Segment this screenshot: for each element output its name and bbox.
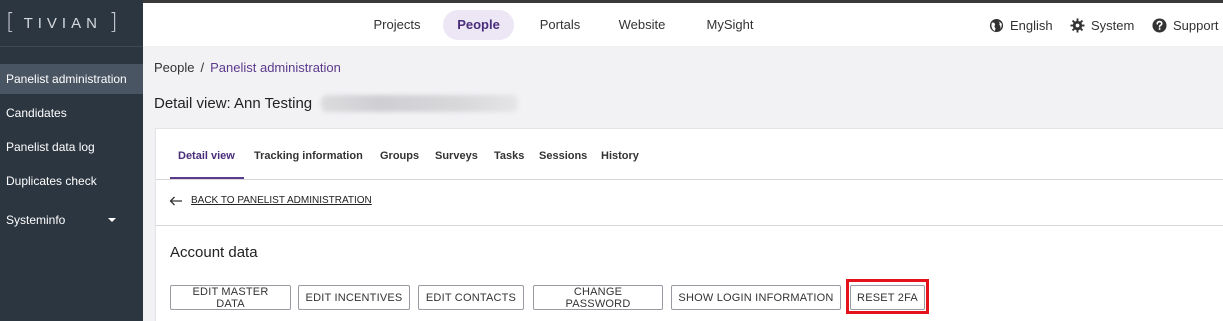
- sidebar-item-systeminfo[interactable]: Systeminfo: [0, 205, 143, 235]
- caret-down-icon: [108, 218, 116, 222]
- tab-detail-view[interactable]: Detail view: [178, 150, 235, 162]
- active-tab-indicator: [170, 177, 244, 179]
- sidebar-item-label: Duplicates check: [6, 174, 97, 188]
- nav-mysight[interactable]: MySight: [699, 10, 761, 40]
- language-label: English: [1010, 17, 1053, 33]
- redacted-email: [321, 95, 518, 112]
- edit-incentives-button[interactable]: EDIT INCENTIVES: [298, 285, 410, 310]
- globe-icon: [989, 18, 1004, 32]
- system-label: System: [1091, 17, 1135, 33]
- sidebar-item-label: Candidates: [6, 106, 67, 120]
- back-to-panelist-administration-link[interactable]: BACK TO PANELIST ADMINISTRATION: [169, 195, 372, 206]
- nav-website[interactable]: Website: [611, 10, 673, 40]
- arrow-left-icon: [169, 196, 182, 205]
- sidebar-item-duplicates-check[interactable]: Duplicates check: [0, 166, 143, 196]
- edit-master-data-button[interactable]: EDIT MASTER DATA: [170, 285, 291, 310]
- sidebar-item-panelist-administration[interactable]: Panelist administration: [0, 64, 143, 94]
- sidebar-item-candidates[interactable]: Candidates: [0, 98, 143, 128]
- logo-bracket-left: [: [6, 10, 15, 35]
- breadcrumb-current[interactable]: Panelist administration: [210, 60, 341, 75]
- tab-groups[interactable]: Groups: [380, 150, 419, 162]
- breadcrumb-root[interactable]: People: [154, 60, 194, 75]
- section-title-account-data: Account data: [170, 244, 258, 261]
- change-password-button[interactable]: CHANGE PASSWORD: [533, 285, 663, 310]
- breadcrumb: People / Panelist administration: [154, 60, 341, 75]
- nav-projects[interactable]: Projects: [367, 10, 427, 40]
- sidebar-item-label: Panelist administration: [6, 72, 127, 86]
- nav-portals[interactable]: Portals: [532, 10, 588, 40]
- top-navigation: Projects People Portals Website MySight …: [143, 0, 1223, 46]
- logo-bracket-right: ]: [108, 10, 118, 35]
- help-icon: [1152, 17, 1167, 33]
- support-menu[interactable]: Support: [1152, 16, 1219, 34]
- detail-card: Detail view Tracking information Groups …: [155, 128, 1223, 321]
- back-link-label: BACK TO PANELIST ADMINISTRATION: [191, 195, 372, 206]
- divider: [156, 225, 1223, 226]
- language-selector[interactable]: English: [989, 16, 1053, 34]
- sidebar-item-panelist-data-log[interactable]: Panelist data log: [0, 132, 143, 162]
- show-login-information-button[interactable]: SHOW LOGIN INFORMATION: [671, 285, 841, 310]
- highlight-box: [846, 279, 929, 314]
- tivian-logo[interactable]: [ TIVIAN ]: [0, 0, 143, 47]
- tab-tracking-information[interactable]: Tracking information: [254, 150, 363, 162]
- page-title: Detail view: Ann Testing: [154, 95, 313, 112]
- sidebar-item-label: Systeminfo: [6, 213, 66, 227]
- gear-icon: [1070, 17, 1085, 33]
- sidebar-item-label: Panelist data log: [6, 140, 95, 154]
- system-menu[interactable]: System: [1070, 16, 1134, 34]
- sidebar: [ TIVIAN ] Panelist administration Candi…: [0, 0, 143, 321]
- tab-surveys[interactable]: Surveys: [435, 150, 478, 162]
- tab-sessions[interactable]: Sessions: [539, 150, 587, 162]
- support-label: Support: [1173, 17, 1219, 33]
- tab-tasks[interactable]: Tasks: [494, 150, 524, 162]
- nav-people[interactable]: People: [443, 10, 514, 40]
- breadcrumb-separator: /: [200, 60, 205, 75]
- tab-bar: Detail view Tracking information Groups …: [156, 129, 1223, 180]
- logo-text: TIVIAN: [23, 14, 102, 32]
- edit-contacts-button[interactable]: EDIT CONTACTS: [418, 285, 524, 310]
- tab-history[interactable]: History: [601, 150, 639, 162]
